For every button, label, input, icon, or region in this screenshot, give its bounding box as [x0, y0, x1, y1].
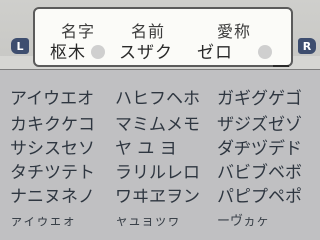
- nickname-label: 愛称: [217, 22, 252, 41]
- key-group[interactable]: ャュョッヮ: [115, 210, 180, 234]
- key-group[interactable]: ダヂヅデド: [217, 137, 302, 161]
- r-shoulder-button[interactable]: R: [298, 38, 316, 54]
- key-group[interactable]: タチツテト: [10, 161, 95, 185]
- key-group[interactable]: ァィゥェォ: [10, 210, 75, 234]
- name-entry-header: L R 名字 名前 愛称 枢木 スザク ゼロ: [0, 0, 320, 70]
- key-group[interactable]: ザジズゼゾ: [217, 113, 302, 137]
- key-group[interactable]: ハヒフヘホ: [115, 87, 200, 111]
- given-name-field[interactable]: スザク: [119, 44, 173, 62]
- keyboard-row: アイウエオ ハヒフヘホ ガギグゲゴ: [0, 87, 320, 111]
- l-shoulder-button[interactable]: L: [11, 38, 29, 54]
- surname-field[interactable]: 枢木: [50, 44, 86, 62]
- text-cursor: [273, 65, 289, 67]
- surname-empty-slot: [91, 45, 105, 59]
- key-group[interactable]: ナニヌネノ: [10, 185, 95, 209]
- key-group[interactable]: ガギグゲゴ: [217, 87, 302, 111]
- keyboard-row: ァィゥェォ ャュョッヮ ーヴヵヶ: [0, 210, 320, 234]
- key-group[interactable]: サシスセソ: [10, 137, 95, 161]
- katakana-keyboard: アイウエオ ハヒフヘホ ガギグゲゴ カキクケコ マミムメモ ザジズゼゾ サシスセ…: [0, 70, 320, 240]
- key-group[interactable]: ヤ ユ ヨ: [115, 137, 177, 161]
- key-group[interactable]: パピプペポ: [217, 185, 302, 209]
- keyboard-row: タチツテト ラリルレロ バビブベボ: [0, 161, 320, 185]
- key-group[interactable]: マミムメモ: [115, 113, 200, 137]
- keyboard-row: カキクケコ マミムメモ ザジズゼゾ: [0, 113, 320, 137]
- nickname-empty-slot: [258, 45, 272, 59]
- nickname-field[interactable]: ゼロ: [197, 44, 233, 62]
- key-group[interactable]: カキクケコ: [10, 113, 95, 137]
- given-name-label: 名前: [131, 22, 166, 41]
- key-group[interactable]: ワヰヱヲン: [115, 185, 200, 209]
- name-panel: 名字 名前 愛称 枢木 スザク ゼロ: [33, 7, 293, 67]
- key-group[interactable]: ラリルレロ: [115, 161, 200, 185]
- key-group[interactable]: ーヴヵヶ: [217, 210, 269, 234]
- keyboard-row: サシスセソ ヤ ユ ヨ ダヂヅデド: [0, 137, 320, 161]
- surname-label: 名字: [61, 22, 96, 41]
- key-group[interactable]: バビブベボ: [217, 161, 302, 185]
- key-group[interactable]: アイウエオ: [10, 87, 94, 111]
- keyboard-row: ナニヌネノ ワヰヱヲン パピプペポ: [0, 185, 320, 209]
